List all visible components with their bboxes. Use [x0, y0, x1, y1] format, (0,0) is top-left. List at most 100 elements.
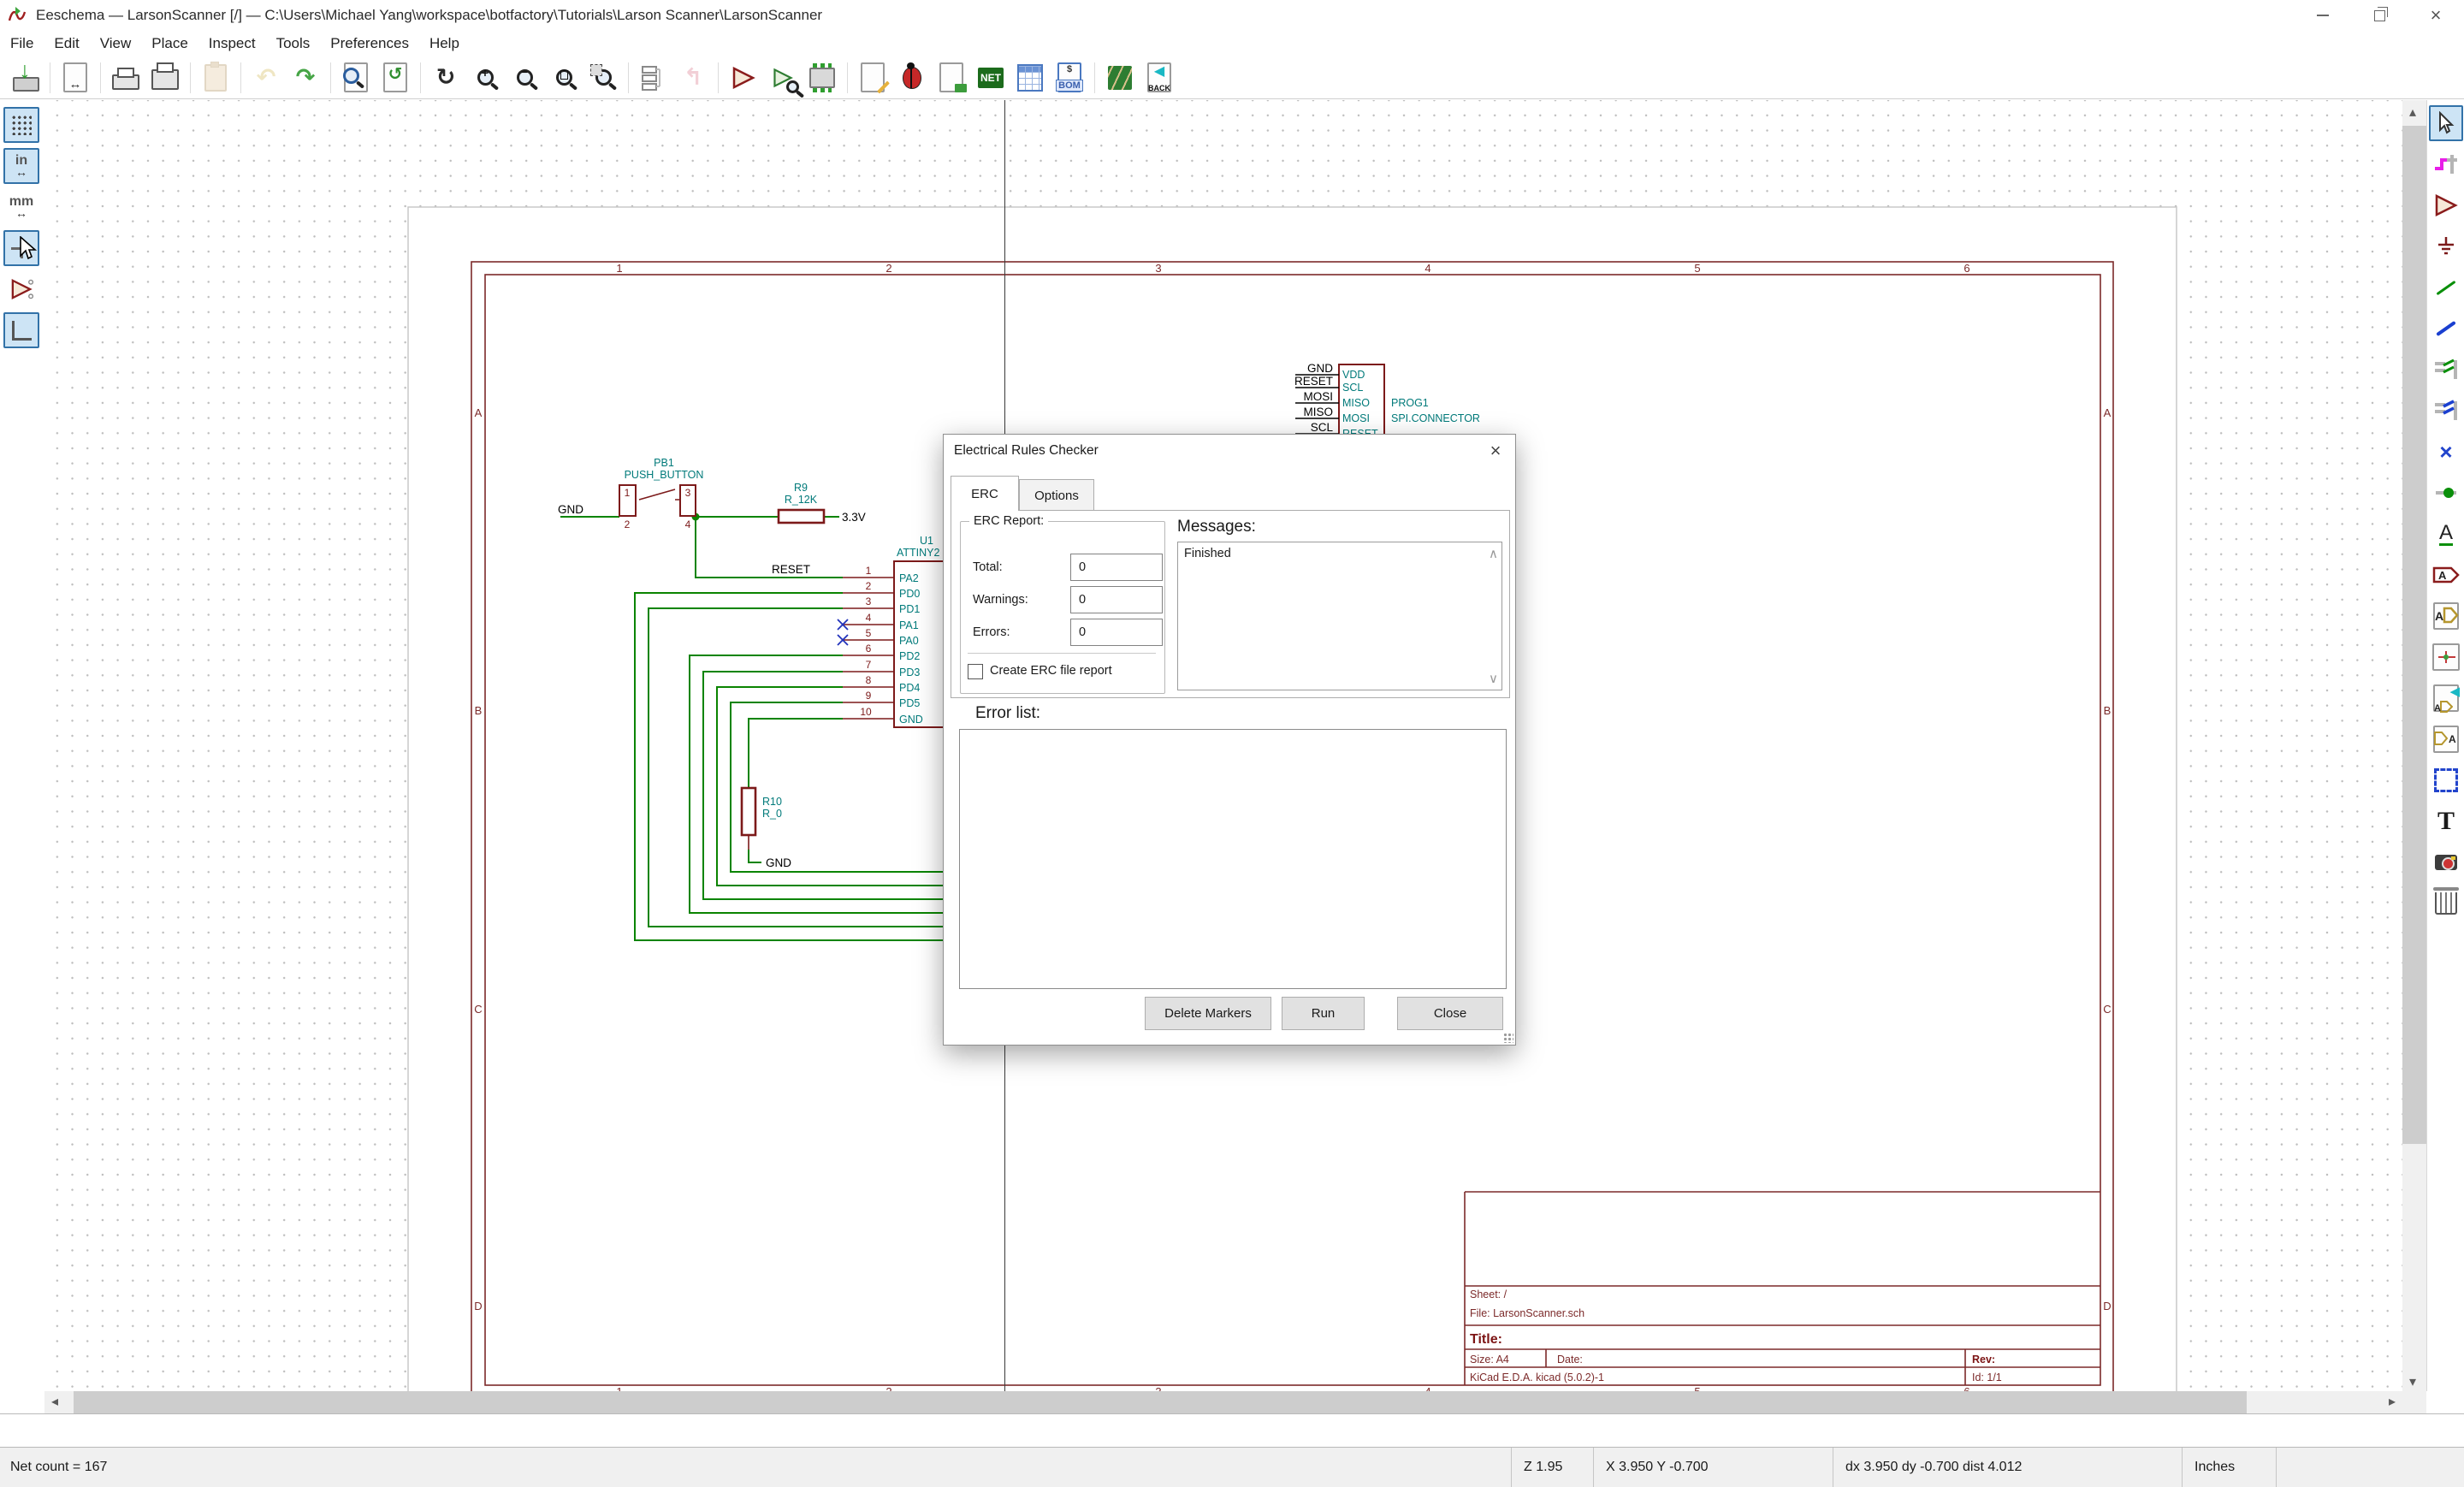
place-sheet-pin-tool[interactable]: A [2429, 721, 2463, 757]
place-image-tool[interactable] [2429, 844, 2463, 880]
svg-text:SPI.CONNECTOR: SPI.CONNECTOR [1391, 412, 1480, 424]
warnings-field[interactable]: 0 [1070, 586, 1163, 613]
leave-sheet-button[interactable]: ↰ [673, 59, 713, 97]
status-units: Inches [2182, 1448, 2276, 1487]
scroll-up-arrow[interactable]: ▴ [2409, 102, 2416, 124]
place-bus-tool[interactable] [2429, 311, 2463, 347]
messages-scroll-down-icon[interactable]: ∨ [1489, 671, 1498, 686]
footprint-editor-button[interactable] [803, 59, 842, 97]
orthogonal-wires-toggle[interactable] [3, 312, 39, 348]
annotate-button[interactable] [853, 59, 892, 97]
redo-button[interactable]: ↷ [286, 59, 325, 97]
place-net-label-tool[interactable]: A [2429, 516, 2463, 552]
symbol-fields-table-button[interactable] [1010, 59, 1050, 97]
dialog-resize-grip[interactable] [1503, 1033, 1513, 1043]
bus-to-bus-entry-tool[interactable] [2429, 393, 2463, 429]
tab-options[interactable]: Options [1019, 479, 1094, 511]
hidden-pins-toggle[interactable] [3, 271, 39, 307]
zoom-selection-button[interactable] [583, 59, 623, 97]
place-symbol-tool[interactable] [2429, 187, 2463, 223]
menu-inspect[interactable]: Inspect [198, 31, 266, 56]
erc-button[interactable] [892, 59, 932, 97]
no-connect-tool[interactable]: × [2429, 434, 2463, 470]
select-tool[interactable] [2429, 105, 2463, 141]
hierarchy-navigator-button[interactable] [634, 59, 673, 97]
place-text-tool[interactable]: T [2429, 803, 2463, 839]
messages-box[interactable]: Finished ∧ ∨ [1177, 542, 1502, 690]
zoom-fit-button[interactable] [544, 59, 583, 97]
grid-visibility-toggle[interactable] [3, 107, 39, 143]
assign-footprints-button[interactable] [932, 59, 971, 97]
page-settings-button[interactable]: ↔ [56, 59, 95, 97]
place-hierarchical-label-tool[interactable]: A [2429, 598, 2463, 634]
delete-tool[interactable] [2429, 886, 2463, 921]
save-button[interactable]: ↓ [5, 58, 44, 97]
generate-netlist-button[interactable]: NET [971, 59, 1010, 97]
svg-text:MISO: MISO [1303, 406, 1333, 418]
undo-button[interactable]: ↶ [246, 59, 286, 97]
svg-text:5: 5 [1694, 1385, 1700, 1391]
svg-text:C: C [474, 1003, 482, 1016]
menu-help[interactable]: Help [419, 31, 470, 56]
print-button[interactable] [106, 59, 145, 97]
messages-scroll-up-icon[interactable]: ∧ [1489, 546, 1498, 561]
menu-preferences[interactable]: Preferences [320, 31, 419, 56]
scroll-down-arrow[interactable]: ▾ [2409, 1376, 2416, 1389]
highlight-net-tool[interactable] [2429, 146, 2463, 182]
svg-text:1: 1 [616, 262, 622, 275]
find-button[interactable] [336, 59, 376, 97]
zoom-out-button[interactable]: − [505, 59, 544, 97]
erc-dialog-close-button[interactable]: × [1476, 435, 1515, 467]
place-hierarchical-sheet-tool[interactable] [2429, 639, 2463, 675]
run-button[interactable]: Run [1282, 997, 1365, 1030]
minimize-button[interactable] [2295, 0, 2351, 31]
menu-view[interactable]: View [90, 31, 142, 56]
zoom-in-button[interactable]: + [465, 59, 505, 97]
restore-button[interactable] [2351, 0, 2408, 31]
find-replace-button[interactable]: ↺ [376, 59, 415, 97]
menu-place[interactable]: Place [141, 31, 198, 56]
menu-file[interactable]: File [0, 31, 44, 56]
symbol-browser-button[interactable] [763, 59, 803, 97]
total-field[interactable]: 0 [1070, 554, 1163, 581]
horizontal-scrollbar[interactable]: ◂ ▸ [44, 1391, 2402, 1413]
place-global-label-tool[interactable]: A [2429, 557, 2463, 593]
wire-to-bus-entry-tool[interactable] [2429, 352, 2463, 388]
svg-text:U1: U1 [920, 535, 933, 547]
create-erc-report-checkbox[interactable] [968, 664, 983, 679]
import-sheet-pin-tool[interactable]: ◀ A [2429, 680, 2463, 716]
scroll-left-arrow[interactable]: ◂ [51, 1391, 58, 1413]
svg-text:1: 1 [616, 1385, 622, 1391]
close-button[interactable]: × [2408, 0, 2464, 31]
vertical-scrollbar[interactable]: ▴ ▾ [2402, 100, 2426, 1391]
close-dialog-button[interactable]: Close [1397, 997, 1503, 1030]
place-wire-tool[interactable] [2429, 270, 2463, 305]
units-inches-toggle[interactable]: in ↔ [3, 148, 39, 184]
menu-tools[interactable]: Tools [266, 31, 321, 56]
erc-dialog-titlebar[interactable]: Electrical Rules Checker [944, 435, 1515, 467]
svg-text:4: 4 [866, 612, 872, 624]
errors-field[interactable]: 0 [1070, 619, 1163, 646]
place-graphic-line-tool[interactable] [2429, 762, 2463, 798]
redraw-view-button[interactable]: ↻ [426, 59, 465, 97]
import-pcbnew-changes-button[interactable]: ◀ BACK [1140, 59, 1179, 97]
symbol-editor-button[interactable] [724, 59, 763, 97]
units-mm-toggle[interactable]: mm ↔ [3, 189, 39, 225]
plot-button[interactable] [145, 59, 185, 97]
menu-edit[interactable]: Edit [44, 31, 89, 56]
scroll-right-arrow[interactable]: ▸ [2389, 1391, 2396, 1413]
vertical-scroll-thumb[interactable] [2402, 126, 2426, 1144]
place-junction-tool[interactable] [2429, 475, 2463, 511]
error-list-box[interactable] [959, 729, 1507, 989]
svg-text:A: A [2438, 569, 2447, 582]
svg-text:3.3V: 3.3V [842, 511, 866, 524]
status-bar: Net count = 167 Z 1.95 X 3.950 Y -0.700 … [0, 1448, 2464, 1487]
svg-text:KiCad E.D.A. kicad (5.0.2)-1: KiCad E.D.A. kicad (5.0.2)-1 [1470, 1371, 1604, 1383]
delete-markers-button[interactable]: Delete Markers [1145, 997, 1271, 1030]
horizontal-scroll-thumb[interactable] [74, 1391, 2247, 1413]
bom-button[interactable]: BOM $ [1050, 59, 1089, 97]
tab-erc[interactable]: ERC [951, 476, 1019, 511]
paste-icon[interactable] [196, 59, 235, 97]
run-pcbnew-button[interactable] [1100, 59, 1140, 97]
place-power-port-tool[interactable] [2429, 228, 2463, 264]
